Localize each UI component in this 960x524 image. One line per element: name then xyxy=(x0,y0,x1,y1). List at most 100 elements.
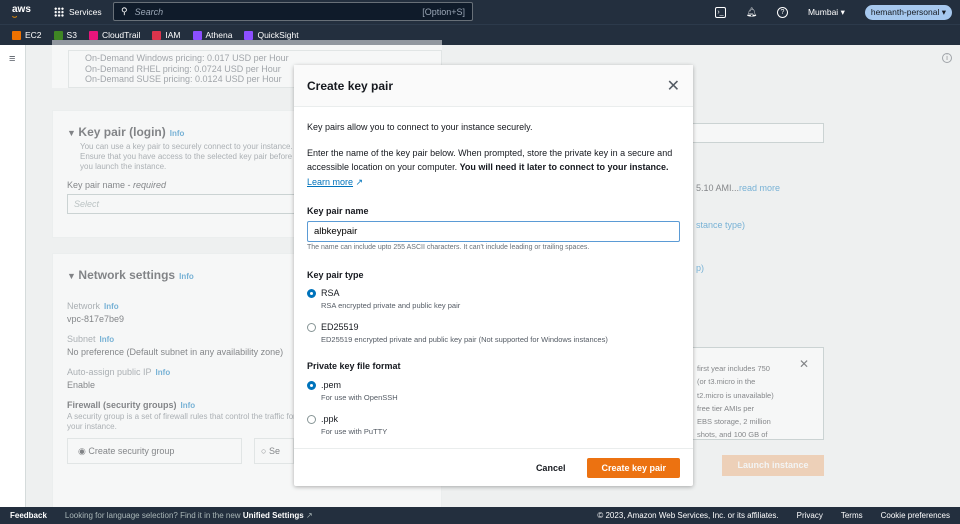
favorite-s3[interactable]: S3 xyxy=(53,30,77,40)
free-tier-line: shots, and 100 GB of xyxy=(697,430,768,440)
region-selector[interactable]: Mumbai ▾ xyxy=(808,7,845,18)
info-link[interactable]: Info xyxy=(104,302,119,311)
create-sg-option[interactable]: ◉ Create security group xyxy=(67,438,242,464)
favorite-label: Athena xyxy=(205,30,233,40)
required-label: required xyxy=(133,180,167,190)
unified-settings-link[interactable]: Unified Settings xyxy=(243,511,304,520)
cookie-preferences-link[interactable]: Cookie preferences xyxy=(881,511,950,520)
favorite-ec2[interactable]: EC2 xyxy=(12,30,42,40)
free-tier-line: t2.micro is unavailable) xyxy=(697,390,774,400)
keypair-title: Key pair (login) xyxy=(78,125,166,139)
privacy-link[interactable]: Privacy xyxy=(797,511,823,520)
radio-button[interactable] xyxy=(307,380,316,390)
favorite-cloudtrail[interactable]: CloudTrail xyxy=(88,30,141,40)
key-pair-name-label: Key pair name xyxy=(307,206,369,216)
formats-option-ppk[interactable]: .ppk For use with PuTTY xyxy=(307,412,680,437)
option-desc: For use with OpenSSH xyxy=(321,392,398,402)
info-link[interactable]: Info xyxy=(181,401,196,410)
key-pair-name-hint: The name can include upto 255 ASCII char… xyxy=(307,243,590,251)
bell-icon[interactable]: 🔔︎ xyxy=(746,7,757,18)
info-link[interactable]: Info xyxy=(170,129,185,138)
firewall-desc: A security group is a set of firewall ru… xyxy=(67,412,296,431)
search-placeholder: Search xyxy=(134,6,164,17)
terms-link[interactable]: Terms xyxy=(841,511,863,520)
create-key-pair-button[interactable]: Create key pair xyxy=(587,457,680,478)
formats-option-pem[interactable]: .pem For use with OpenSSH xyxy=(307,378,680,403)
radio-button[interactable] xyxy=(307,323,316,332)
intro-text: Key pairs allow you to connect to your i… xyxy=(307,122,533,132)
keypair-desc: You can use a key pair to securely conne… xyxy=(80,142,293,171)
ami-text: 5.10 AMI... xyxy=(696,183,740,193)
favorite-athena[interactable]: Athena xyxy=(192,30,233,40)
favorite-label: CloudTrail xyxy=(101,30,141,40)
radio-button[interactable] xyxy=(307,289,316,298)
favorite-iam[interactable]: IAM xyxy=(152,30,181,40)
option-label: ED25519 xyxy=(321,322,359,332)
key-format-label: Private key file format xyxy=(307,361,401,371)
desc-bold: You will need it later to connect to you… xyxy=(459,162,669,172)
favorite-label: EC2 xyxy=(25,30,42,40)
create-sg-label: Create security group xyxy=(88,446,175,456)
external-link-icon: ↗ xyxy=(305,511,313,520)
quicksight-icon xyxy=(244,30,254,40)
subnet-label: Subnet xyxy=(67,334,96,344)
feedback-link[interactable]: Feedback xyxy=(10,511,47,520)
free-tier-line: free tier AMIs per xyxy=(697,403,755,413)
key-pair-name-input[interactable] xyxy=(307,220,680,242)
lang-msg-text: Looking for language selection? Find it … xyxy=(64,511,243,520)
info-icon[interactable]: i xyxy=(942,53,952,63)
menu-icon[interactable]: ≡ xyxy=(9,54,19,65)
cloudshell-icon[interactable]: ›_ xyxy=(714,6,726,18)
instance-type-link[interactable]: stance type) xyxy=(696,220,745,230)
key-pair-type-label: Key pair type xyxy=(307,269,364,280)
right-link[interactable]: p) xyxy=(696,263,704,273)
account-menu[interactable]: hemanth-personal ▾ xyxy=(864,4,952,20)
types-option-ed25519[interactable]: ED25519 ED25519 encrypted private and pub… xyxy=(307,320,680,345)
region-label: Mumbai xyxy=(807,6,839,17)
learn-more-link[interactable]: Learn more xyxy=(307,177,353,187)
dialog-title: Create key pair xyxy=(307,78,394,93)
search-shortcut: [Option+S] xyxy=(422,6,465,17)
services-menu[interactable]: Services xyxy=(54,7,102,17)
create-key-pair-dialog: Create key pair ✕ Key pairs allow you to … xyxy=(294,65,693,486)
favorite-label: S3 xyxy=(66,30,77,40)
favorite-quicksight[interactable]: QuickSight xyxy=(244,30,299,40)
cloudtrail-icon xyxy=(88,30,98,40)
info-link[interactable]: Info xyxy=(100,335,115,344)
subnet-value: No preference (Default subnet in any ava… xyxy=(67,347,284,357)
types-option-rsa[interactable]: RSA RSA encrypted private and public key … xyxy=(307,286,680,311)
info-link[interactable]: Info xyxy=(179,272,194,281)
option-label: .pem xyxy=(321,379,342,390)
keypair-name-label: Key pair name - xyxy=(67,180,134,190)
aws-logo[interactable]: aws ⌣ xyxy=(12,4,34,20)
triangle-icon: ▼ xyxy=(67,128,79,138)
external-link-icon: ↗ xyxy=(355,176,364,187)
ami-summary: 5.10 AMI...read more xyxy=(696,183,780,193)
option-desc: ED25519 encrypted private and public key… xyxy=(321,335,608,344)
copyright: © 2023, Amazon Web Services, Inc. or its… xyxy=(597,511,779,520)
search-input[interactable]: ⚲ Search [Option+S] xyxy=(113,2,473,21)
close-icon[interactable]: ✕ xyxy=(799,357,809,371)
firewall-label: Firewall (security groups) xyxy=(67,400,177,410)
option-desc: For use with PuTTY xyxy=(321,426,388,436)
network-title: Network settings xyxy=(78,268,176,282)
favorite-label: QuickSight xyxy=(257,30,299,40)
network-label: Network xyxy=(67,301,101,311)
language-message: Looking for language selection? Find it … xyxy=(65,511,313,520)
cancel-button[interactable]: Cancel xyxy=(524,458,578,478)
triangle-icon: ▼ xyxy=(67,271,79,281)
keypair-select[interactable]: Select xyxy=(67,194,303,214)
services-label: Services xyxy=(69,7,102,17)
radio-button[interactable] xyxy=(307,414,316,424)
close-icon[interactable]: ✕ xyxy=(667,76,680,96)
launch-instance-button[interactable]: Launch instance xyxy=(722,455,824,476)
select-sg-option[interactable]: ○ Se xyxy=(254,438,294,464)
read-more-link[interactable]: read more xyxy=(739,183,780,193)
network-value: vpc-817e7be9 xyxy=(67,314,125,324)
help-icon[interactable]: ? xyxy=(776,6,788,18)
info-link[interactable]: Info xyxy=(156,368,171,377)
athena-icon xyxy=(192,30,202,40)
sidebar: ≡ xyxy=(0,45,26,507)
top-navigation: aws ⌣ Services ⚲ Search [Option+S] ›_ 🔔︎ ? … xyxy=(0,0,960,24)
public-ip-label: Auto-assign public IP xyxy=(67,367,152,377)
